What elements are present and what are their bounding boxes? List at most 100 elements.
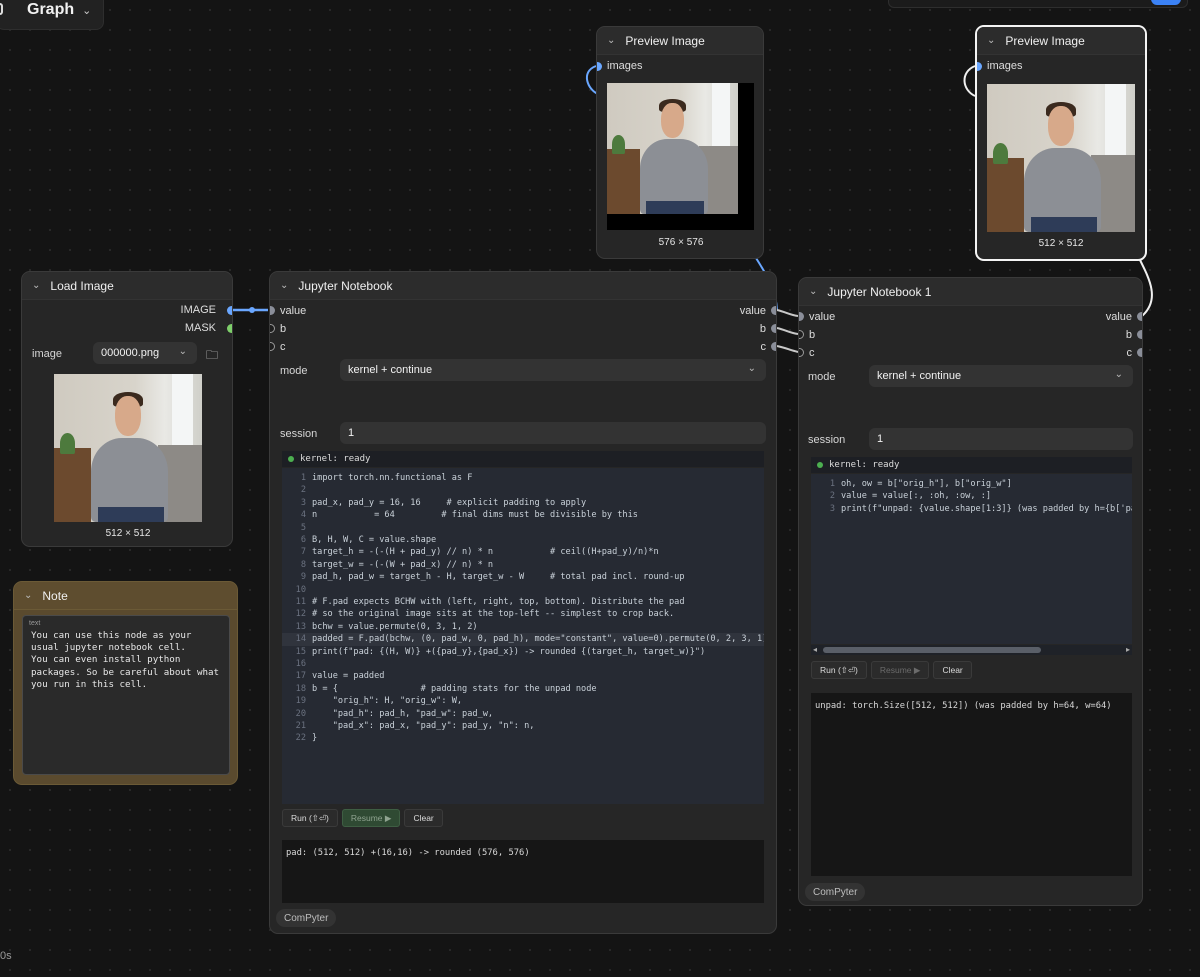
graph-menu-button[interactable]: Graph ⌄ bbox=[0, 0, 104, 30]
code-text: print(f"pad: {(H, W)} +({pad_y},{pad_x})… bbox=[312, 646, 706, 657]
code-line: 12 # so the original image sits at the to… bbox=[282, 608, 764, 620]
session-input[interactable]: 1 bbox=[869, 428, 1133, 450]
collapse-icon[interactable]: ⌄ bbox=[607, 35, 615, 46]
node-header[interactable]: ⌄ Jupyter Notebook 1 bbox=[799, 278, 1142, 306]
line-number: 5 bbox=[300, 522, 306, 533]
c-output-slot[interactable]: c bbox=[1127, 345, 1133, 361]
node-header[interactable]: ⌄ Load Image bbox=[22, 272, 232, 300]
run-queue-button[interactable] bbox=[1151, 0, 1181, 5]
scrollbar-thumb[interactable] bbox=[823, 647, 1041, 653]
preview-canvas bbox=[607, 83, 754, 230]
node-header[interactable]: ⌄ Preview Image bbox=[597, 27, 763, 55]
jupyter-notebook-1-node[interactable]: ⌄ Jupyter Notebook 1 value b c value b c… bbox=[798, 277, 1143, 906]
collapse-icon[interactable]: ⌄ bbox=[809, 286, 817, 297]
value-input-slot[interactable]: value bbox=[809, 309, 835, 325]
note-node[interactable]: ⌄ Note text You can use this node as you… bbox=[13, 581, 238, 785]
clear-button[interactable]: Clear bbox=[404, 809, 443, 827]
mode-select[interactable]: kernel + continue ⌄ bbox=[340, 359, 766, 381]
node-header[interactable]: ⌄ Jupyter Notebook bbox=[270, 272, 776, 300]
output-image-preview bbox=[987, 84, 1135, 232]
scroll-left-icon[interactable]: ◂ bbox=[813, 645, 817, 654]
value-output-slot[interactable]: value bbox=[740, 303, 766, 319]
b-input-slot[interactable]: b bbox=[280, 321, 286, 337]
b-input-slot[interactable]: b bbox=[809, 327, 815, 343]
collapse-icon[interactable]: ⌄ bbox=[280, 280, 288, 291]
b-output-dot[interactable] bbox=[771, 324, 776, 333]
value-output-dot[interactable] bbox=[771, 306, 776, 315]
code-line: 2 bbox=[282, 484, 764, 496]
code-horizontal-scrollbar[interactable]: ◂ ▸ bbox=[811, 645, 1132, 655]
c-input-dot[interactable] bbox=[799, 348, 804, 357]
c-output-dot[interactable] bbox=[1137, 348, 1142, 357]
node-title: Jupyter Notebook 1 bbox=[827, 284, 932, 299]
value-output-dot[interactable] bbox=[1137, 312, 1142, 321]
images-input-dot[interactable] bbox=[597, 62, 602, 71]
code-editor[interactable]: 1 import torch.nn.functional as F 2 3 pad_x,… bbox=[282, 468, 764, 804]
load-image-node[interactable]: ⌄ Load Image IMAGE MASK image 000000.png… bbox=[21, 271, 233, 547]
resume-button[interactable]: Resume ▶ bbox=[341, 809, 401, 827]
output-mask-slot[interactable]: MASK bbox=[185, 320, 216, 336]
kernel-status-bar: kernel: ready bbox=[811, 457, 1132, 473]
c-output-dot[interactable] bbox=[771, 342, 776, 351]
mask-output-dot[interactable] bbox=[227, 324, 232, 333]
cell-output: unpad: torch.Size([512, 512]) (was padde… bbox=[811, 693, 1132, 876]
cell-output: pad: (512, 512) +(16,16) -> rounded (576… bbox=[282, 840, 764, 903]
folder-icon[interactable]: 🗀 bbox=[206, 346, 218, 367]
collapse-icon[interactable]: ⌄ bbox=[987, 35, 995, 46]
scroll-right-icon[interactable]: ▸ bbox=[1126, 645, 1130, 654]
session-input[interactable]: 1 bbox=[340, 422, 766, 444]
clear-button[interactable]: Clear bbox=[933, 661, 972, 679]
images-input-slot[interactable]: images bbox=[607, 58, 642, 74]
c-output-slot[interactable]: c bbox=[761, 339, 767, 355]
code-text: print(f"unpad: {value.shape[1:3]} (was p… bbox=[841, 503, 1132, 514]
collapse-icon[interactable]: ⌄ bbox=[24, 590, 32, 601]
cell-controls: Run (⇧⏎) Resume ▶ Clear bbox=[282, 809, 443, 827]
b-output-dot[interactable] bbox=[1137, 330, 1142, 339]
value-output-slot[interactable]: value bbox=[1106, 309, 1132, 325]
line-number: 10 bbox=[295, 584, 306, 595]
line-number: 9 bbox=[300, 572, 306, 583]
c-input-slot[interactable]: c bbox=[809, 345, 815, 361]
mode-select[interactable]: kernel + continue ⌄ bbox=[869, 365, 1133, 387]
b-input-dot[interactable] bbox=[270, 324, 275, 333]
session-value: 1 bbox=[348, 427, 355, 439]
c-input-dot[interactable] bbox=[270, 342, 275, 351]
output-image-slot[interactable]: IMAGE bbox=[181, 302, 216, 318]
node-badge: ComPyter bbox=[276, 909, 337, 927]
line-number: 7 bbox=[300, 547, 306, 558]
node-header[interactable]: ⌄ Note bbox=[14, 582, 237, 610]
code-line: 17 value = padded bbox=[282, 670, 764, 682]
preview-image-node[interactable]: ⌄ Preview Image images 576 × 576 bbox=[596, 26, 764, 259]
image-output-dot[interactable] bbox=[227, 306, 232, 315]
images-input-slot[interactable]: images bbox=[987, 58, 1022, 74]
code-line: 9 pad_h, pad_w = target_h - H, target_w -… bbox=[282, 571, 764, 583]
code-editor[interactable]: 1 oh, ow = b["orig_h"], b["orig_w"] 2 value… bbox=[811, 474, 1132, 644]
code-line: 3 pad_x, pad_y = 16, 16 # explicit paddin… bbox=[282, 497, 764, 509]
graph-icon bbox=[0, 3, 3, 15]
b-output-slot[interactable]: b bbox=[760, 321, 766, 337]
image-file-select[interactable]: 000000.png ⌄ bbox=[93, 342, 197, 364]
b-output-slot[interactable]: b bbox=[1126, 327, 1132, 343]
input-image-preview bbox=[54, 374, 202, 522]
value-input-dot[interactable] bbox=[270, 306, 275, 315]
collapse-icon[interactable]: ⌄ bbox=[32, 280, 40, 291]
line-number: 19 bbox=[295, 696, 306, 707]
chevron-down-icon: ⌄ bbox=[1114, 369, 1123, 380]
c-input-slot[interactable]: c bbox=[280, 339, 286, 355]
value-input-slot[interactable]: value bbox=[280, 303, 306, 319]
note-text: You can use this node as your usual jupy… bbox=[31, 630, 220, 690]
slot-label: images bbox=[607, 60, 643, 72]
jupyter-notebook-node[interactable]: ⌄ Jupyter Notebook value b c value b c m… bbox=[269, 271, 777, 934]
note-textarea[interactable]: text You can use this node as your usual… bbox=[22, 615, 230, 775]
resume-button[interactable]: Resume ▶ bbox=[870, 661, 930, 679]
run-button[interactable]: Run (⇧⏎) bbox=[282, 809, 338, 827]
code-line: 16 bbox=[282, 658, 764, 670]
images-input-dot[interactable] bbox=[977, 62, 982, 71]
preview-image-node-selected[interactable]: ⌄ Preview Image images 512 × 512 bbox=[975, 25, 1147, 261]
code-text: "pad_x": pad_x, "pad_y": pad_y, "n": n, bbox=[312, 721, 535, 731]
b-input-dot[interactable] bbox=[799, 330, 804, 339]
run-button[interactable]: Run (⇧⏎) bbox=[811, 661, 867, 679]
node-header[interactable]: ⌄ Preview Image bbox=[977, 27, 1145, 55]
value-input-dot[interactable] bbox=[799, 312, 804, 321]
code-text: value = padded bbox=[312, 671, 385, 682]
